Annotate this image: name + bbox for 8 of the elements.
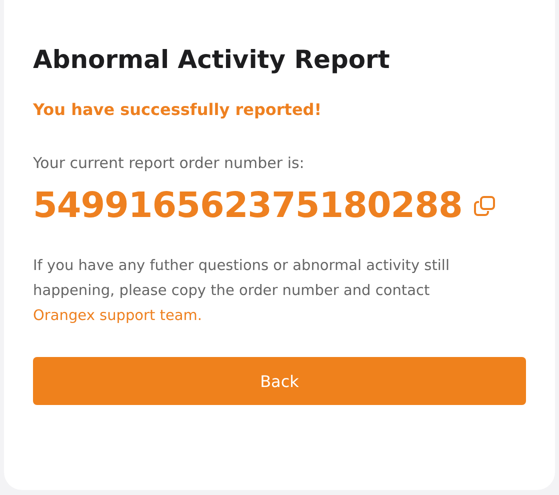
dialog-title: Abnormal Activity Report [33,44,391,76]
info-paragraph: If you have any futher questions or abnormal activity still happening, please copy the order number and contact Orangex support team. [33,257,450,326]
success-message: You have successfully reported! [33,100,323,119]
order-label: Your current report order number is: [33,154,306,172]
support-link[interactable]: Orangex support team. [33,308,202,324]
back-button[interactable]: Back [33,357,526,405]
order-number: 549916562375180288 [33,186,462,226]
copy-icon[interactable] [474,196,496,216]
